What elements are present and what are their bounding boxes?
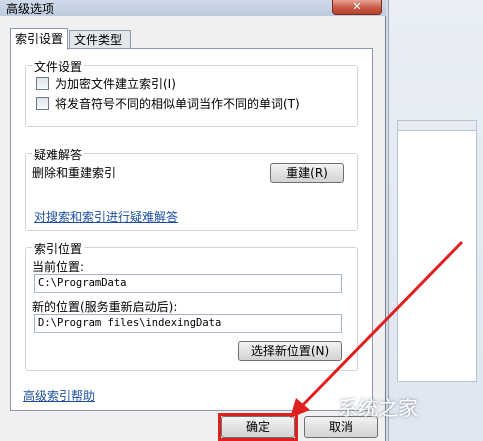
tab-index-settings[interactable]: 索引设置 <box>10 28 68 50</box>
watermark: 系统之家 <box>338 396 418 420</box>
arrow-shaft <box>296 240 464 412</box>
annotation-arrow <box>290 240 464 418</box>
